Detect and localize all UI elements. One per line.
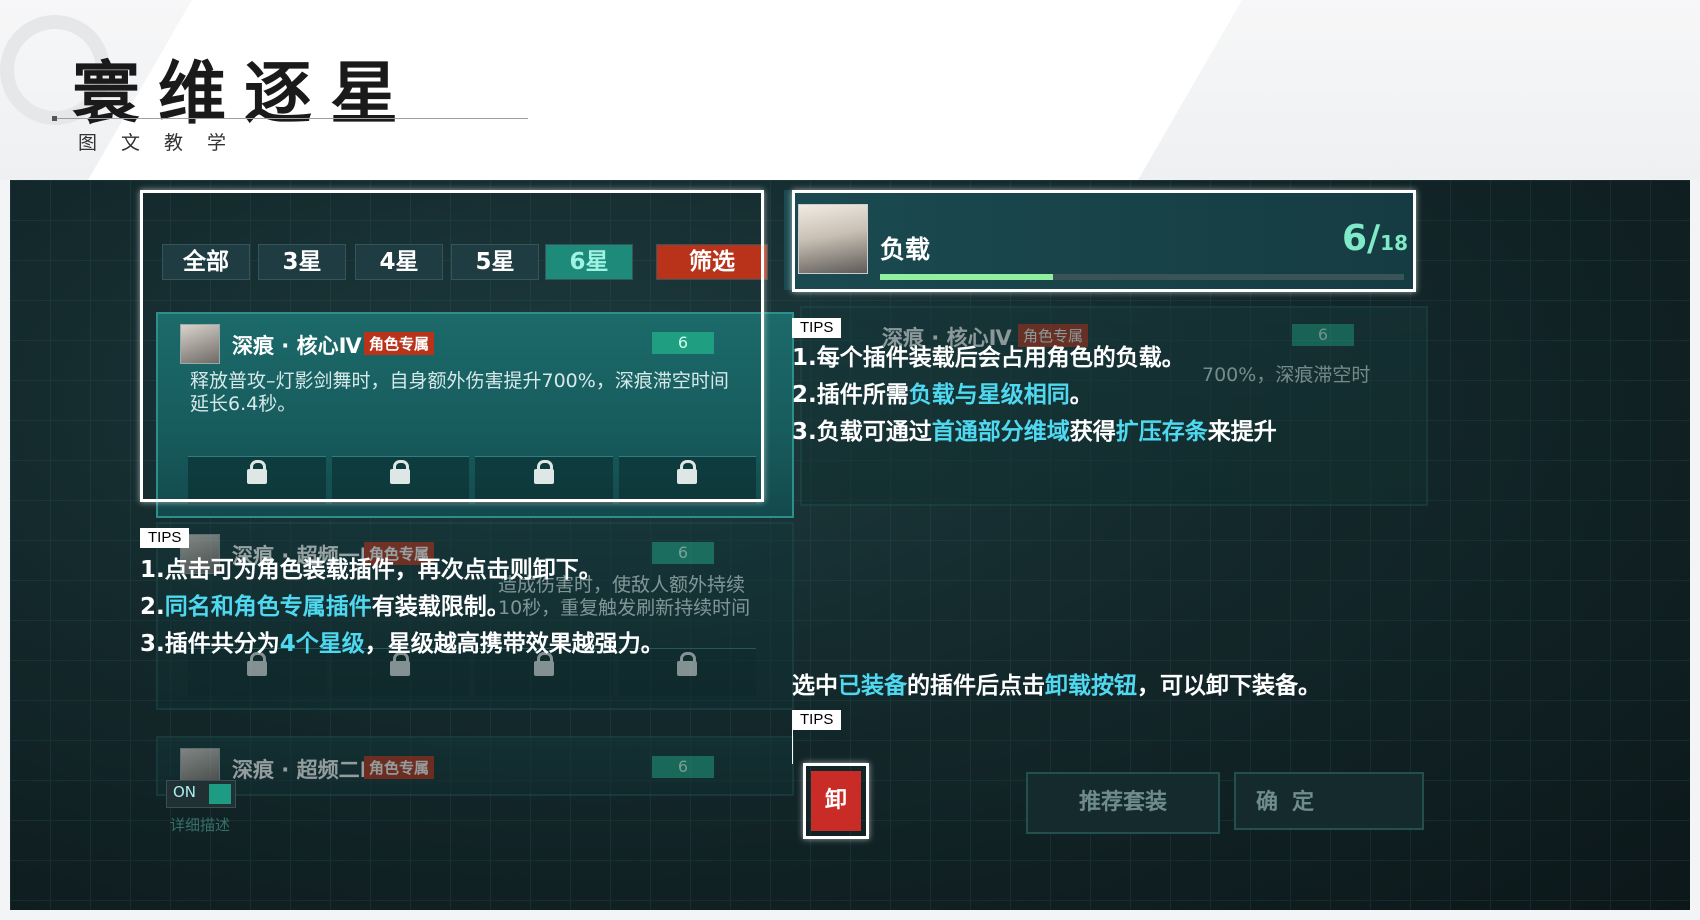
tip-line: 2.插件所需负载与星级相同。 bbox=[792, 382, 1093, 408]
game-screenshot: 全部 3星 4星 5星 6星 筛选 深痕 · 核心Ⅳ 角色专属 6 释放普攻–灯… bbox=[10, 180, 1690, 910]
plugin-level: 6 bbox=[652, 756, 714, 778]
lock-icon bbox=[677, 652, 698, 676]
unload-button[interactable]: 卸 bbox=[811, 771, 861, 831]
exclusive-badge: 角色专属 bbox=[364, 756, 435, 779]
divider-dot bbox=[52, 116, 57, 121]
plugin-name: 深痕 · 超频二Ⅳ bbox=[232, 758, 383, 782]
tutorial-header: 寰维逐星 图文教学 bbox=[0, 0, 1700, 180]
lock-icon bbox=[390, 652, 411, 676]
detail-toggle[interactable]: ON bbox=[166, 780, 236, 808]
page-subtitle: 图文教学 bbox=[78, 132, 251, 154]
confirm-button[interactable]: 确定 bbox=[1234, 772, 1424, 830]
title-divider bbox=[54, 118, 528, 119]
tips-left-text: 1.点击可为角色装载插件，再次点击则卸下。 2.同名和角色专属插件有装载限制。 … bbox=[140, 552, 664, 663]
tips-label: TIPS bbox=[140, 528, 190, 548]
highlight-frame-left bbox=[140, 190, 764, 502]
toggle-knob bbox=[209, 784, 231, 804]
tip-line: 3.插件共分为4个星级，星级越高携带效果越强力。 bbox=[140, 631, 664, 657]
tip-line: 1.每个插件装载后会占用角色的负载。 bbox=[792, 345, 1185, 371]
toggle-label: ON bbox=[173, 783, 197, 801]
plugin-card[interactable]: 深痕 · 超频二Ⅳ 角色专属 6 bbox=[156, 736, 794, 796]
lock-icon bbox=[246, 652, 267, 676]
detail-description-label: 详细描述 bbox=[170, 816, 231, 834]
tips-label: TIPS bbox=[792, 710, 842, 730]
ghost-level: 6 bbox=[1292, 324, 1354, 346]
highlight-frame-right bbox=[792, 190, 1416, 292]
tip-line: 2.同名和角色专属插件有装载限制。 bbox=[140, 594, 510, 620]
page-title: 寰维逐星 bbox=[72, 54, 417, 134]
tips-right-text: 1.每个插件装载后会占用角色的负载。 2.插件所需负载与星级相同。 3.负载可通… bbox=[792, 340, 1277, 451]
tips-connector bbox=[792, 730, 793, 764]
tips-label: TIPS bbox=[792, 318, 842, 338]
unload-tip: 选中已装备的插件后点击卸载按钮，可以卸下装备。 bbox=[792, 673, 1321, 699]
recommend-set-button[interactable]: 推荐套装 bbox=[1026, 772, 1220, 834]
tip-line: 1.点击可为角色装载插件，再次点击则卸下。 bbox=[140, 557, 602, 583]
unload-highlight: 卸 bbox=[803, 763, 869, 839]
tip-line: 3.负载可通过首通部分维域获得扩压存条来提升 bbox=[792, 419, 1277, 445]
lock-icon bbox=[533, 652, 554, 676]
